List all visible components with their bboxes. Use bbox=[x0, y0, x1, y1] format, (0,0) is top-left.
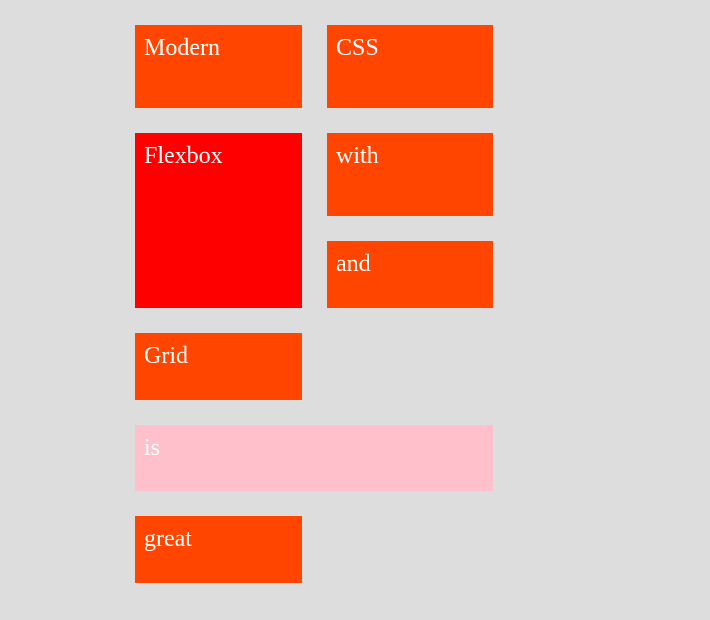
grid-item-modern: Modern bbox=[135, 25, 302, 108]
grid-item-grid: Grid bbox=[135, 333, 302, 400]
grid-item-great: great bbox=[135, 516, 302, 583]
grid-item-and: and bbox=[327, 241, 493, 308]
grid-item-with: with bbox=[327, 133, 493, 216]
grid-item-flexbox: Flexbox bbox=[135, 133, 302, 308]
grid-item-is: is bbox=[135, 425, 493, 491]
grid-item-css: CSS bbox=[327, 25, 493, 108]
